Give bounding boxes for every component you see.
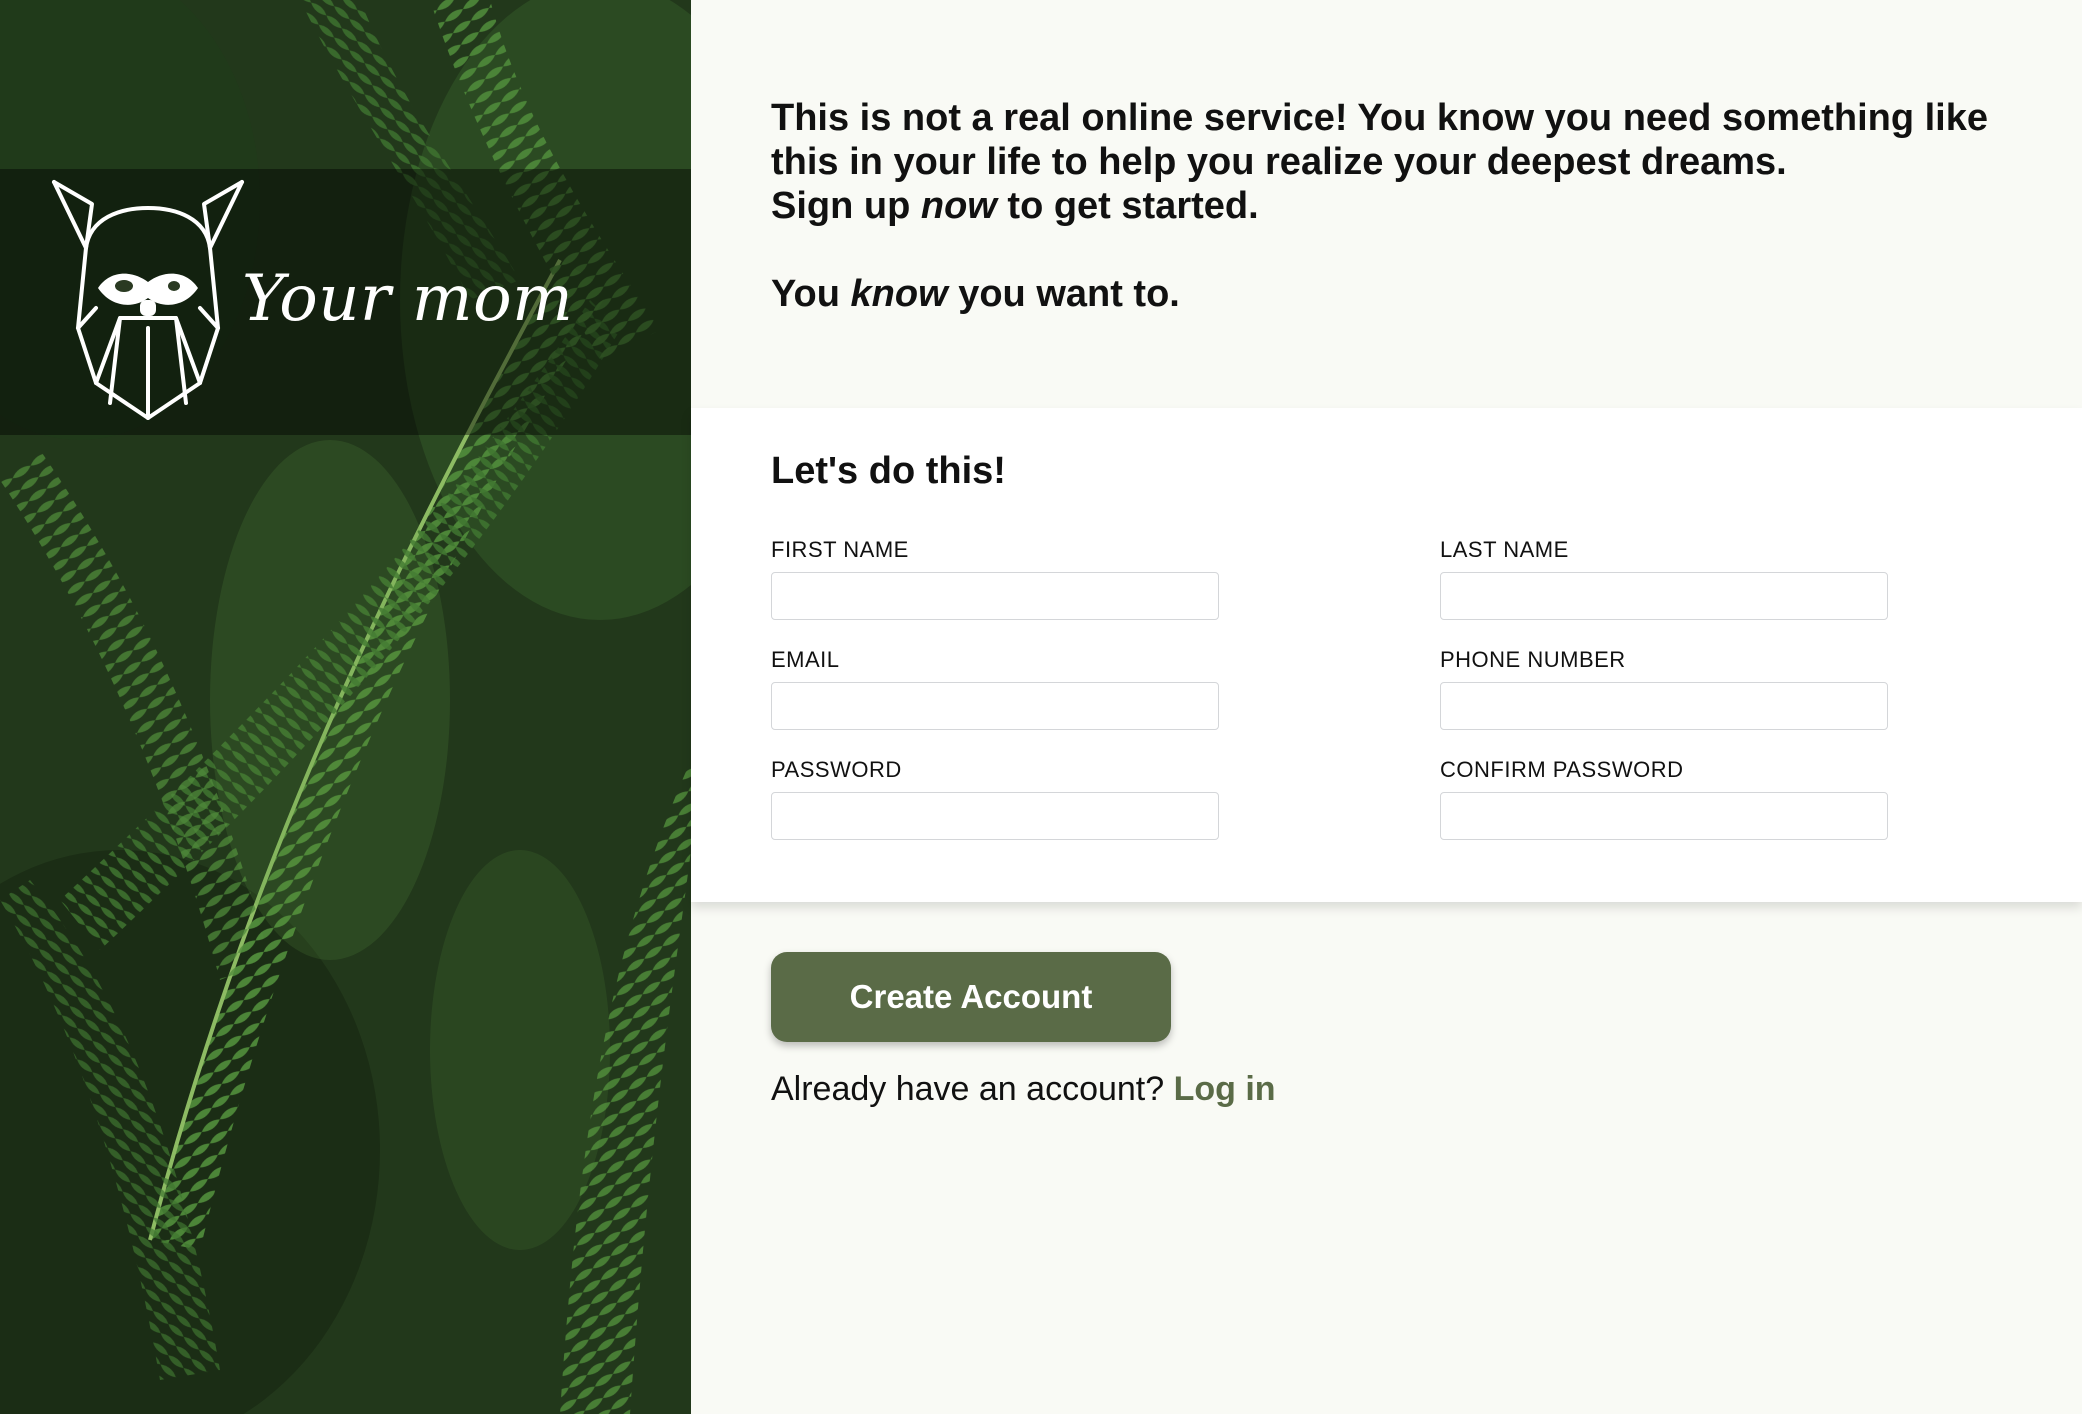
create-account-button[interactable]: Create Account xyxy=(771,952,1171,1042)
intro-line-2-end: to get started. xyxy=(996,185,1259,227)
password-field: PASSWORD xyxy=(771,756,1219,840)
intro-line-3-start: You xyxy=(771,273,851,315)
email-label: EMAIL xyxy=(771,647,840,672)
confirm-password-field: CONFIRM PASSWORD xyxy=(1440,756,1888,840)
phone-number-input[interactable] xyxy=(1440,682,1888,730)
login-prompt-text: Already have an account? xyxy=(771,1070,1174,1108)
password-label: PASSWORD xyxy=(771,757,902,782)
phone-number-label: PHONE NUMBER xyxy=(1440,647,1626,672)
confirm-password-label: CONFIRM PASSWORD xyxy=(1440,757,1684,782)
intro-line-2: Sign up now to get started. xyxy=(771,184,2021,228)
intro-line-2-emphasis: now xyxy=(920,185,997,227)
form-title: Let's do this! xyxy=(771,450,1006,492)
login-prompt: Already have an account? Log in xyxy=(771,1070,1276,1109)
last-name-field: LAST NAME xyxy=(1440,536,1888,620)
intro-line-2-start: Sign up xyxy=(771,185,921,227)
fern-photo-panel: Your mom xyxy=(0,0,691,1414)
signup-page: Your mom This is not a real online servi… xyxy=(0,0,2082,1414)
last-name-input[interactable] xyxy=(1440,572,1888,620)
intro-line-3-emphasis: know xyxy=(850,273,948,315)
email-field: EMAIL xyxy=(771,646,1219,730)
intro-line-3: You know you want to. xyxy=(771,272,2021,316)
intro-spacer xyxy=(771,228,2021,272)
confirm-password-input[interactable] xyxy=(1440,792,1888,840)
intro-line-1: This is not a real online service! You k… xyxy=(771,97,1989,183)
first-name-label: FIRST NAME xyxy=(771,537,909,562)
first-name-input[interactable] xyxy=(771,572,1219,620)
brand-name: Your mom xyxy=(242,262,574,336)
first-name-field: FIRST NAME xyxy=(771,536,1219,620)
log-in-link[interactable]: Log in xyxy=(1174,1070,1276,1108)
viking-head-icon xyxy=(52,180,244,420)
signup-content: This is not a real online service! You k… xyxy=(691,0,2082,1414)
intro-text: This is not a real online service! You k… xyxy=(771,96,2021,316)
password-input[interactable] xyxy=(771,792,1219,840)
last-name-label: LAST NAME xyxy=(1440,537,1569,562)
intro-line-3-end: you want to. xyxy=(947,273,1180,315)
email-input[interactable] xyxy=(771,682,1219,730)
signup-form: Let's do this! FIRST NAME LAST NAME EMAI… xyxy=(691,408,2082,902)
phone-number-field: PHONE NUMBER xyxy=(1440,646,1888,730)
